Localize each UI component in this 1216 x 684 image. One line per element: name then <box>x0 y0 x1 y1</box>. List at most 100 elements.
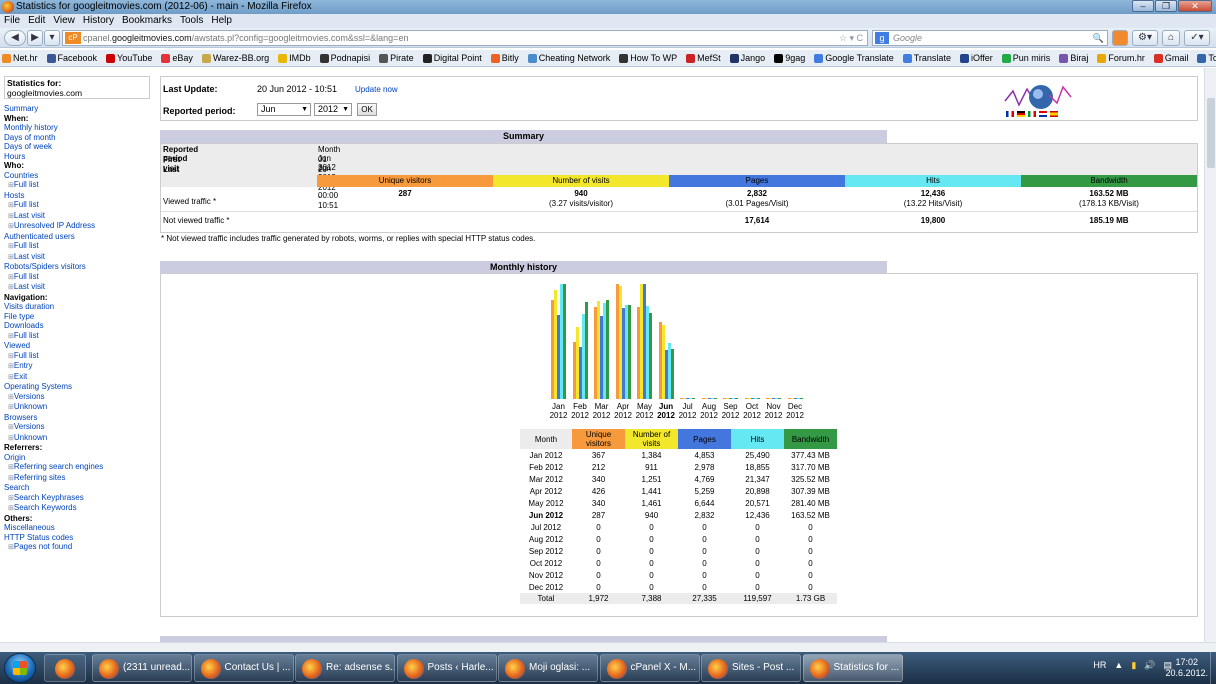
sidebar-link[interactable]: Days of month <box>4 133 154 143</box>
sidebar-link[interactable]: Search Keyphrases <box>4 493 154 504</box>
sidebar-link[interactable]: Versions <box>4 392 154 403</box>
taskbar-window-button[interactable]: Posts ‹ Harle... <box>396 654 497 682</box>
year-select[interactable]: 2012 <box>314 103 352 116</box>
bookmark-item[interactable]: Google Translate <box>814 50 894 66</box>
back-button[interactable]: ◀ <box>4 30 26 46</box>
sidebar-link[interactable]: Full list <box>4 331 154 342</box>
sidebar-link[interactable]: Visits duration <box>4 302 154 312</box>
close-button[interactable]: ✕ <box>1178 0 1212 12</box>
bookmark-item[interactable]: Warez-BB.org <box>201 50 269 66</box>
sidebar-link[interactable]: Hosts <box>4 191 154 201</box>
flag-nl-icon[interactable] <box>1039 111 1047 117</box>
bookmark-item[interactable]: Cheating Network <box>527 50 610 66</box>
bookmark-item[interactable]: Biraj <box>1059 50 1088 66</box>
bookmark-item[interactable]: Net.hr <box>2 50 38 66</box>
home-icon[interactable]: ⌂ <box>1162 30 1180 46</box>
flag-fr-icon[interactable] <box>1006 111 1014 117</box>
sidebar-link[interactable]: Full list <box>4 180 154 191</box>
sidebar-link[interactable]: Downloads <box>4 321 154 331</box>
horizontal-scrollbar[interactable] <box>0 642 1216 652</box>
taskbar-window-button[interactable]: Sites - Post ... <box>701 654 801 682</box>
shield-icon[interactable]: ▮ <box>1131 660 1136 671</box>
restore-button[interactable]: ❐ <box>1155 0 1177 12</box>
sidebar-link[interactable]: Exit <box>4 372 154 383</box>
bookmark-item[interactable]: Podnapisi <box>319 50 370 66</box>
sidebar-link[interactable]: Unknown <box>4 402 154 413</box>
menu-tools[interactable]: Tools <box>180 14 203 28</box>
bookmark-item[interactable]: Pun miris <box>1001 50 1050 66</box>
menu-help[interactable]: Help <box>211 14 232 28</box>
sidebar-link[interactable]: Referring sites <box>4 473 154 484</box>
sidebar-link[interactable]: Full list <box>4 200 154 211</box>
flag-it-icon[interactable] <box>1028 111 1036 117</box>
sidebar-link[interactable]: Miscellaneous <box>4 523 154 533</box>
sidebar-link[interactable]: Full list <box>4 351 154 362</box>
bookmark-item[interactable]: Torrentz <box>1197 50 1216 66</box>
bookmark-item[interactable]: eBay <box>161 50 193 66</box>
update-now-link[interactable]: Update now <box>355 85 398 94</box>
ok-button[interactable]: OK <box>357 103 377 116</box>
sidebar-link[interactable]: Robots/Spiders visitors <box>4 262 154 272</box>
sidebar-link[interactable]: Hours <box>4 152 154 162</box>
bookmark-item[interactable]: Pirate <box>379 50 414 66</box>
menu-edit[interactable]: Edit <box>28 14 45 28</box>
flag-de-icon[interactable] <box>1017 111 1025 117</box>
bookmark-item[interactable]: iOffer <box>959 50 993 66</box>
system-clock[interactable]: 17:02 20.6.2012. <box>1165 657 1208 679</box>
sidebar-link[interactable]: Search <box>4 483 154 493</box>
tray-expand-icon[interactable]: ▲ <box>1114 660 1123 671</box>
taskbar-window-button[interactable]: (2311 unread... <box>92 654 192 682</box>
bookmark-star-icon[interactable]: ☆ ▾ C <box>839 31 863 45</box>
sidebar-link[interactable]: Search Keywords <box>4 503 154 514</box>
start-button[interactable] <box>4 653 36 683</box>
sidebar-link[interactable]: Last visit <box>4 252 154 263</box>
extension-button[interactable]: ✓▾ <box>1184 30 1210 46</box>
flag-es-icon[interactable] <box>1050 111 1058 117</box>
tools-button[interactable]: ⚙▾ <box>1132 30 1158 46</box>
bookmark-item[interactable]: Translate <box>902 50 951 66</box>
sidebar-link[interactable]: Referring search engines <box>4 462 154 473</box>
sidebar-link[interactable]: Versions <box>4 422 154 433</box>
scrollbar-thumb[interactable] <box>1207 98 1215 168</box>
search-icon[interactable]: 🔍 <box>1093 31 1104 45</box>
url-bar[interactable]: cP cpanel.googleitmovies.com/awstats.pl?… <box>62 30 868 46</box>
taskbar-window-button[interactable]: cPanel X - M... <box>599 654 700 682</box>
sidebar-link[interactable]: Summary <box>4 104 154 114</box>
sidebar-link[interactable]: Full list <box>4 272 154 283</box>
volume-icon[interactable]: 🔊 <box>1144 660 1155 671</box>
sidebar-link[interactable]: HTTP Status codes <box>4 533 154 543</box>
sidebar-link[interactable]: Entry <box>4 361 154 372</box>
bookmark-item[interactable]: Facebook <box>46 50 97 66</box>
menu-history[interactable]: History <box>83 14 114 28</box>
sidebar-link[interactable]: Pages not found <box>4 542 154 553</box>
language-indicator[interactable]: HR <box>1093 660 1106 671</box>
sidebar-link[interactable]: Full list <box>4 241 154 252</box>
bookmark-item[interactable]: Gmail <box>1153 50 1188 66</box>
sidebar-link[interactable]: Unknown <box>4 433 154 444</box>
site-identity-icon[interactable]: cP <box>65 32 81 44</box>
forward-button[interactable]: ▶ <box>27 30 43 46</box>
firefox-pinned-button[interactable] <box>44 654 86 682</box>
menu-bookmarks[interactable]: Bookmarks <box>122 14 172 28</box>
sidebar-link[interactable]: File type <box>4 312 154 322</box>
sidebar-link[interactable]: Monthly history <box>4 123 154 133</box>
vertical-scrollbar[interactable] <box>1204 68 1216 642</box>
sidebar-link[interactable]: Viewed <box>4 341 154 351</box>
minimize-button[interactable]: – <box>1132 0 1154 12</box>
sidebar-link[interactable]: Browsers <box>4 413 154 423</box>
sidebar-link[interactable]: Unresolved IP Address <box>4 221 154 232</box>
sidebar-link[interactable]: Operating Systems <box>4 382 154 392</box>
sidebar-link[interactable]: Countries <box>4 171 154 181</box>
bookmark-item[interactable]: MefSt <box>686 50 721 66</box>
bookmark-item[interactable]: IMDb <box>278 50 311 66</box>
sidebar-link[interactable]: Origin <box>4 453 154 463</box>
bookmark-item[interactable]: YouTube <box>106 50 152 66</box>
sidebar-link[interactable]: Days of week <box>4 142 154 152</box>
google-engine-icon[interactable]: g <box>875 32 889 44</box>
bookmark-item[interactable]: Jango <box>729 50 765 66</box>
taskbar-window-button[interactable]: Re: adsense s... <box>295 654 395 682</box>
taskbar-window-button[interactable]: Statistics for ... <box>802 654 903 682</box>
bookmark-item[interactable]: Digital Point <box>422 50 482 66</box>
bookmark-item[interactable]: Forum.hr <box>1097 50 1145 66</box>
addon-button[interactable] <box>1112 30 1128 46</box>
